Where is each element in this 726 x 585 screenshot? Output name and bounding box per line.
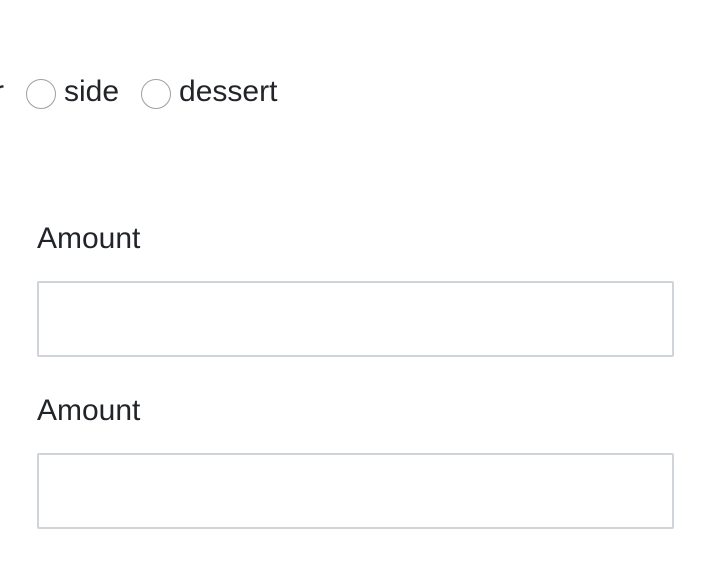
radio-option-side[interactable]: side bbox=[26, 70, 119, 114]
amount-field-group-1: Amount bbox=[37, 221, 674, 357]
amount-input-2[interactable] bbox=[37, 453, 674, 529]
amount-field-group-2: Amount bbox=[37, 393, 674, 529]
course-radio-group: r side dessert bbox=[0, 70, 277, 114]
amount-label-1: Amount bbox=[37, 222, 141, 255]
form-page: r side dessert Amount Amount bbox=[0, 0, 726, 585]
radio-button-side[interactable] bbox=[26, 79, 56, 109]
radio-label-side: side bbox=[64, 75, 120, 108]
amount-label-2: Amount bbox=[37, 394, 141, 427]
radio-label-dessert: dessert bbox=[179, 75, 278, 108]
radio-label-clipped: r bbox=[0, 70, 4, 114]
amount-input-1[interactable] bbox=[37, 281, 674, 357]
radio-option-dessert[interactable]: dessert bbox=[141, 70, 277, 114]
radio-button-dessert[interactable] bbox=[141, 79, 172, 109]
